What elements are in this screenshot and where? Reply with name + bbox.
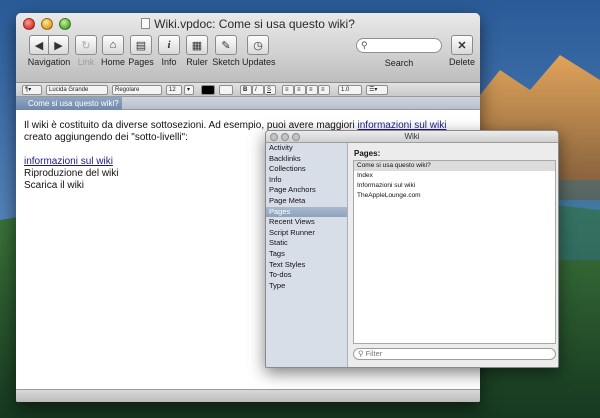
search-icon: ⚲ [361, 40, 368, 50]
page-row[interactable]: Come si usa questo wiki? [354, 161, 555, 171]
filter-input[interactable]: ⚲ Filter [353, 348, 556, 360]
search-input[interactable]: ⚲ [356, 38, 442, 53]
align-right-button[interactable]: ≡ [306, 85, 318, 95]
navigation-label: Navigation [27, 57, 71, 67]
sidebar-item-page-anchors[interactable]: Page Anchors [266, 185, 347, 196]
font-size-stepper[interactable]: ▾ [184, 85, 194, 95]
sidebar-item-static[interactable]: Static [266, 238, 347, 249]
line-spacing-dropdown[interactable]: 1.0 [338, 85, 362, 95]
pen-icon: ✎ [215, 35, 237, 55]
forward-button[interactable]: ▶ [49, 35, 69, 55]
info-icon: i [158, 35, 180, 55]
panel-zoom-button[interactable] [292, 133, 300, 141]
align-center-button[interactable]: ≡ [294, 85, 306, 95]
underline-button[interactable]: S [264, 85, 276, 95]
wiki-panel: Wiki Activity Backlinks Collections Info Pag… [265, 130, 559, 368]
font-family-dropdown[interactable]: Lucida Grande [46, 85, 108, 95]
highlight-color-well[interactable] [219, 85, 233, 95]
sidebar-item-info[interactable]: Info [266, 175, 347, 186]
navigation-control: ◀ ▶ Navigation [22, 35, 76, 67]
status-bar [16, 389, 480, 402]
back-button[interactable]: ◀ [29, 35, 49, 55]
panel-title: Wiki [404, 132, 420, 141]
tab-bar: Come si usa questo wiki? [16, 97, 480, 110]
pages-tool[interactable]: ▤ Pages [128, 35, 154, 67]
link-tool[interactable]: ↻ Link [74, 35, 98, 67]
sidebar-item-collections[interactable]: Collections [266, 164, 347, 175]
document-icon [141, 18, 151, 29]
align-justify-button[interactable]: ≡ [318, 85, 330, 95]
panel-main: Pages: Come si usa questo wiki? Index Info… [349, 143, 558, 367]
window-title: Wiki.vpdoc: Come si usa questo wiki? [16, 17, 480, 31]
sidebar-item-activity[interactable]: Activity [266, 143, 347, 154]
link-icon: ↻ [75, 35, 97, 55]
sidebar-item-tags[interactable]: Tags [266, 249, 347, 260]
page-row[interactable]: TheAppleLounge.com [354, 191, 555, 201]
sidebar-item-script-runner[interactable]: Script Runner [266, 228, 347, 239]
panel-sidebar: Activity Backlinks Collections Info Page Anc… [266, 143, 348, 367]
page-row[interactable]: Index [354, 171, 555, 181]
bold-button[interactable]: B [240, 85, 252, 95]
clock-icon: ◷ [247, 35, 269, 55]
font-size-field[interactable]: 12 [166, 85, 182, 95]
home-icon: ⌂ [102, 35, 124, 55]
italic-button[interactable]: I [252, 85, 264, 95]
sidebar-item-recent-views[interactable]: Recent Views [266, 217, 347, 228]
sidebar-item-page-meta[interactable]: Page Meta [266, 196, 347, 207]
tab-come-si-usa[interactable]: Come si usa questo wiki? [16, 97, 122, 110]
list-style-dropdown[interactable]: ☰▾ [366, 85, 388, 95]
sidebar-item-text-styles[interactable]: Text Styles [266, 260, 347, 271]
back-arrow-icon: ◀ [34, 39, 44, 52]
search-icon: ⚲ [358, 349, 364, 358]
search-tool: ⚲ Search [354, 35, 444, 68]
info-tool[interactable]: i Info [156, 35, 182, 67]
sidebar-item-backlinks[interactable]: Backlinks [266, 154, 347, 165]
sketch-tool[interactable]: ✎ Sketch [212, 35, 240, 67]
ruler-tool[interactable]: ▦ Ruler [184, 35, 210, 67]
window-titlebar: Wiki.vpdoc: Come si usa questo wiki? ◀ ▶… [16, 13, 480, 83]
panel-minimize-button[interactable] [281, 133, 289, 141]
home-tool[interactable]: ⌂ Home [100, 35, 126, 67]
list-item-link[interactable]: informazioni sul wiki [24, 156, 113, 167]
panel-window-controls [270, 133, 300, 141]
sidebar-item-to-dos[interactable]: To-dos [266, 270, 347, 281]
pages-list: Come si usa questo wiki? Index Informazion… [353, 160, 556, 344]
format-bar: ¶▾ Lucida Grande Regolare 12 ▾ B I S ≡ ≡… [16, 83, 480, 97]
panel-close-button[interactable] [270, 133, 278, 141]
forward-arrow-icon: ▶ [54, 39, 63, 52]
ruler-icon: ▦ [186, 35, 208, 55]
font-style-dropdown[interactable]: Regolare [112, 85, 162, 95]
pages-heading: Pages: [354, 149, 381, 158]
wiki-panel-titlebar: Wiki [266, 131, 558, 143]
text-color-well[interactable] [201, 85, 215, 95]
updates-tool[interactable]: ◷ Updates [242, 35, 276, 67]
paragraph-style-dropdown[interactable]: ¶▾ [22, 85, 42, 95]
sidebar-item-type[interactable]: Type [266, 281, 347, 292]
sidebar-item-pages[interactable]: Pages [266, 206, 347, 218]
delete-tool[interactable]: ✕ Delete [448, 35, 476, 67]
page-row[interactable]: Informazioni sul wiki [354, 181, 555, 191]
pages-icon: ▤ [130, 35, 152, 55]
align-left-button[interactable]: ≡ [282, 85, 294, 95]
delete-icon: ✕ [451, 35, 473, 55]
toolbar: ◀ ▶ Navigation ↻ Link ⌂ Home ▤ Pages i I… [16, 35, 480, 81]
